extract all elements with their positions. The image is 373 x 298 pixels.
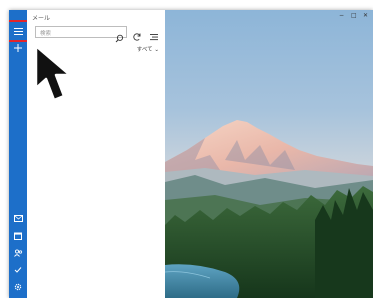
app-title: メール: [32, 15, 51, 22]
minimize-button[interactable]: −: [339, 12, 344, 19]
mouse-pointer-icon: [34, 44, 76, 108]
reading-pane-background: − □ ✕: [165, 10, 373, 298]
search-input[interactable]: 検索: [35, 26, 127, 43]
chevron-down-icon: ⌄: [154, 47, 159, 53]
selection-mode-icon[interactable]: [149, 27, 159, 46]
filter-dropdown[interactable]: すべて ⌄: [137, 45, 159, 53]
mail-icon[interactable]: [12, 213, 24, 223]
people-icon[interactable]: [12, 248, 24, 258]
filter-label: すべて: [136, 47, 153, 53]
calendar-icon[interactable]: [12, 231, 24, 241]
window-titlebar: − □ ✕: [165, 10, 373, 24]
new-mail-icon[interactable]: [12, 43, 24, 53]
search-icon[interactable]: [115, 28, 124, 47]
todo-icon[interactable]: [12, 265, 24, 275]
settings-gear-icon[interactable]: [12, 282, 24, 292]
hamburger-highlight-box: [9, 20, 29, 42]
close-button[interactable]: ✕: [363, 12, 368, 19]
sync-icon[interactable]: [132, 27, 142, 46]
maximize-button[interactable]: □: [351, 12, 357, 19]
mountain-landscape-image: [165, 10, 373, 298]
nav-rail: [9, 10, 29, 298]
search-placeholder: 検索: [40, 31, 52, 37]
